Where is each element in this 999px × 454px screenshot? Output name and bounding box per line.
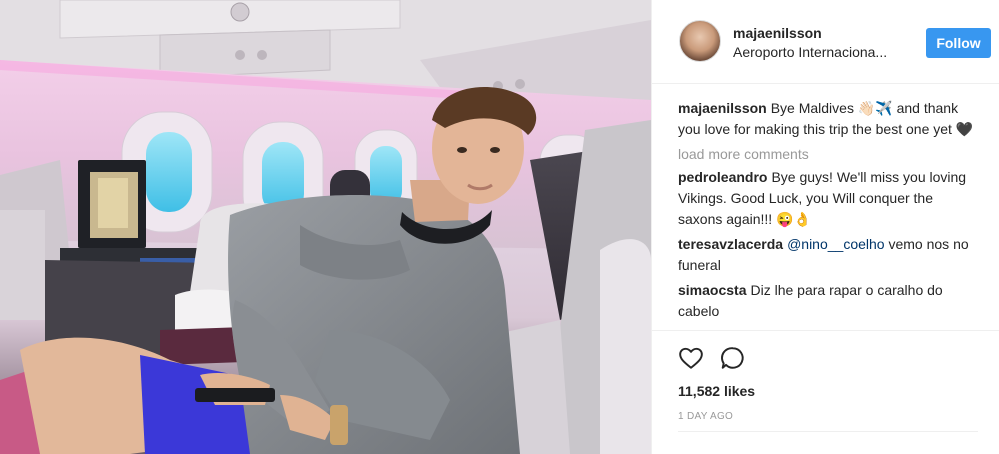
comment-username[interactable]: simaocsta [678,282,746,298]
post-actions: 11,582 likes 1 DAY AGO [652,330,999,432]
caption-username[interactable]: majaenilsson [678,100,767,116]
comment-mention[interactable]: @nino__coelho [787,236,885,252]
heart-outline-icon[interactable] [678,345,704,371]
list-item: simaocsta Diz lhe para rapar o caralho do… [678,280,978,322]
comment-username[interactable]: teresavzlacerda [678,236,783,252]
likes-count[interactable]: 11,582 likes [678,383,755,399]
list-item: pedroleandro Bye guys! We'll miss you lov… [678,167,978,230]
follow-button[interactable]: Follow [926,28,991,58]
post-username[interactable]: majaenilsson [733,25,822,41]
post-header: majaenilsson Aeroporto Internaciona... F… [652,0,999,84]
post-location[interactable]: Aeroporto Internaciona... [733,44,887,60]
post-photo[interactable] [0,0,651,454]
caption: majaenilsson Bye Maldives 👋🏻✈️ and thank … [678,98,978,140]
comment-username[interactable]: pedroleandro [678,169,767,185]
divider [678,431,978,432]
comments-list[interactable]: majaenilsson Bye Maldives 👋🏻✈️ and thank … [678,98,978,330]
comment-bubble-icon[interactable] [720,345,746,371]
post-details-panel: majaenilsson Aeroporto Internaciona... F… [651,0,999,454]
airplane-cabin-image [0,0,651,454]
avatar[interactable] [679,20,721,62]
post-date[interactable]: 1 DAY AGO [678,411,733,422]
list-item: teresavzlacerda @nino__coelho vemo nos no… [678,234,978,276]
load-more-comments-link[interactable]: load more comments [678,144,978,165]
